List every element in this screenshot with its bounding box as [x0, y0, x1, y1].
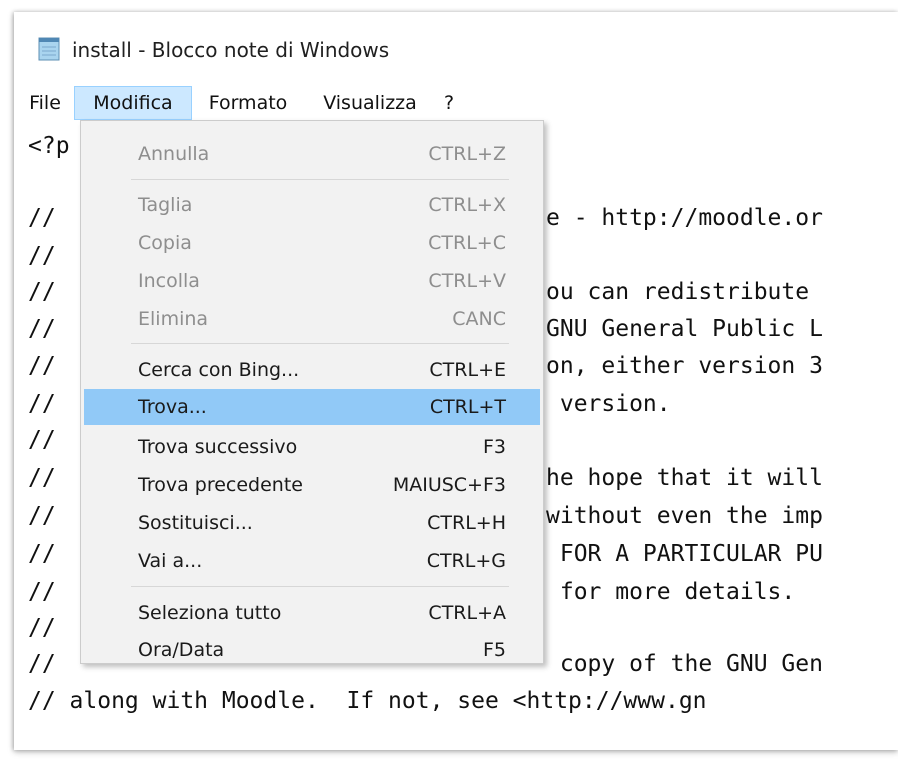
menu-item-label: Incolla — [138, 270, 200, 292]
menu-item-shortcut: MAIUSC+F3 — [392, 474, 506, 496]
editor-line: <?p — [28, 133, 70, 159]
menu-formato[interactable]: Formato — [197, 86, 299, 120]
menu-item-shortcut: CTRL+T — [429, 396, 506, 418]
menu-item-trova[interactable]: Trova... CTRL+T — [84, 389, 540, 425]
notepad-window: install - Blocco note di Windows File Mo… — [14, 12, 898, 750]
menu-item-shortcut: F3 — [482, 436, 506, 458]
editor-line: // — [28, 279, 56, 305]
menu-item-copia: Copia CTRL+C — [84, 225, 540, 261]
menu-separator — [131, 343, 509, 344]
menu-item-incolla: Incolla CTRL+V — [84, 263, 540, 299]
menu-item-vai-a[interactable]: Vai a... CTRL+G — [84, 543, 540, 579]
menu-item-shortcut: CTRL+A — [428, 602, 506, 624]
menu-item-shortcut: CTRL+H — [427, 512, 506, 534]
menu-item-label: Trova... — [138, 396, 207, 418]
menu-item-shortcut: CTRL+X — [428, 194, 506, 216]
menu-item-shortcut: CTRL+V — [428, 270, 506, 292]
editor-line: // — [28, 503, 56, 529]
editor-line: ou can redistribute — [546, 279, 810, 305]
edit-menu-dropdown: Annulla CTRL+Z Taglia CTRL+X Copia CTRL+… — [80, 120, 544, 664]
menu-item-shortcut: CTRL+Z — [428, 143, 506, 165]
editor-line: e - http://moodle.or — [546, 205, 823, 231]
menu-item-seleziona-tutto[interactable]: Seleziona tutto CTRL+A — [84, 595, 540, 631]
menu-item-elimina: Elimina CANC — [84, 301, 540, 337]
menu-item-label: Vai a... — [138, 550, 203, 572]
menu-item-label: Trova successivo — [138, 436, 298, 458]
menu-item-label: Trova precedente — [138, 474, 303, 496]
menu-file[interactable]: File — [16, 86, 74, 120]
menu-item-shortcut: CTRL+G — [426, 550, 506, 572]
menu-item-sostituisci[interactable]: Sostituisci... CTRL+H — [84, 505, 540, 541]
menu-help[interactable]: ? — [438, 86, 460, 120]
title-bar: install - Blocco note di Windows — [14, 12, 898, 74]
menu-item-shortcut: CTRL+C — [428, 232, 506, 254]
menu-item-taglia: Taglia CTRL+X — [84, 187, 540, 223]
editor-line: GNU General Public L — [546, 316, 823, 342]
menu-item-annulla: Annulla CTRL+Z — [84, 136, 540, 172]
notepad-icon — [38, 37, 60, 61]
menu-bar: File Modifica Formato Visualizza ? — [14, 86, 898, 122]
editor-line: on, either version 3 — [546, 353, 823, 379]
editor-line: // — [28, 541, 56, 567]
editor-line: he hope that it will — [546, 465, 823, 491]
menu-item-trova-precedente[interactable]: Trova precedente MAIUSC+F3 — [84, 467, 540, 503]
editor-line: // — [28, 205, 56, 231]
menu-item-label: Copia — [138, 232, 192, 254]
editor-line: // along with Moodle. If not, see <http:… — [28, 688, 707, 714]
window-title: install - Blocco note di Windows — [72, 38, 390, 62]
menu-modifica[interactable]: Modifica — [74, 86, 192, 120]
menu-item-ora-data[interactable]: Ora/Data F5 — [84, 632, 540, 668]
menu-item-trova-successivo[interactable]: Trova successivo F3 — [84, 429, 540, 465]
editor-line: // — [28, 579, 56, 605]
menu-item-label: Elimina — [138, 308, 209, 330]
editor-line: copy of the GNU Gen — [546, 651, 823, 677]
editor-line: // — [28, 427, 56, 453]
menu-separator — [131, 179, 509, 180]
menu-separator — [131, 586, 509, 587]
editor-line: // — [28, 243, 56, 269]
editor-line: // — [28, 316, 56, 342]
menu-item-shortcut: CANC — [452, 308, 506, 330]
menu-item-label: Cerca con Bing... — [138, 359, 300, 381]
menu-item-label: Taglia — [138, 194, 193, 216]
editor-line: // — [28, 615, 56, 641]
editor-line: // — [28, 651, 56, 677]
menu-item-shortcut: CTRL+E — [429, 359, 506, 381]
editor-line: for more details. — [546, 579, 796, 605]
menu-item-label: Ora/Data — [138, 639, 225, 661]
menu-item-label: Sostituisci... — [138, 512, 253, 534]
editor-line: version. — [546, 391, 671, 417]
menu-item-label: Annulla — [138, 143, 210, 165]
menu-visualizza[interactable]: Visualizza — [312, 86, 428, 120]
editor-line: FOR A PARTICULAR PU — [546, 541, 823, 567]
editor-line: // — [28, 465, 56, 491]
menu-item-label: Seleziona tutto — [138, 602, 282, 624]
editor-line: // — [28, 391, 56, 417]
editor-line: // — [28, 353, 56, 379]
menu-item-shortcut: F5 — [482, 639, 506, 661]
editor-line: without even the imp — [546, 503, 823, 529]
menu-item-cerca-con-bing[interactable]: Cerca con Bing... CTRL+E — [84, 352, 540, 388]
